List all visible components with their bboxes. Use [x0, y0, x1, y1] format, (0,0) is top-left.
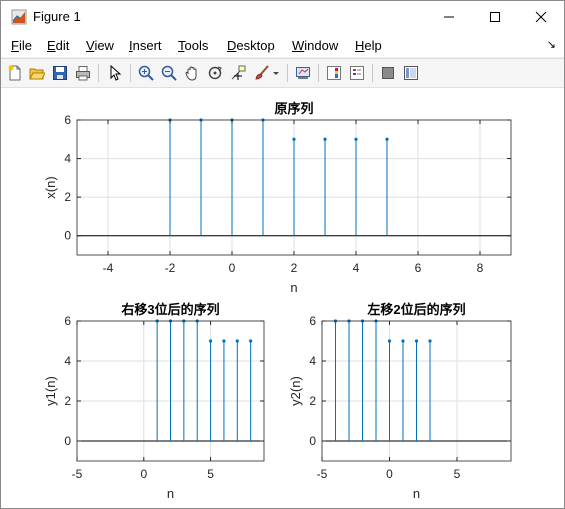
window-title: Figure 1: [33, 9, 81, 24]
link-plot-icon[interactable]: [293, 63, 313, 83]
stem-marker: [323, 137, 327, 141]
y-tick-label: 0: [64, 434, 71, 448]
y-tick-label: 2: [309, 394, 316, 408]
maximize-button[interactable]: [472, 1, 518, 33]
menu-view[interactable]: View: [86, 38, 114, 53]
y-tick-label: 6: [309, 314, 316, 328]
y-tick-label: 4: [64, 354, 71, 368]
x-tick-label: 8: [477, 261, 484, 275]
insert-legend-icon[interactable]: [347, 63, 367, 83]
pointer-icon[interactable]: [105, 63, 125, 83]
data-cursor-icon[interactable]: [228, 63, 248, 83]
rotate-3d-icon[interactable]: [205, 63, 225, 83]
menu-bar: File Edit View Insert Tools Desktop Wind…: [1, 33, 564, 57]
dock-arrow-icon[interactable]: ↘: [547, 38, 556, 51]
x-tick-label: -2: [165, 261, 176, 275]
x-tick-label: 4: [353, 261, 360, 275]
stem-marker: [235, 339, 239, 343]
insert-colorbar-icon[interactable]: [324, 63, 344, 83]
save-icon[interactable]: [50, 63, 70, 83]
stem-marker: [428, 339, 432, 343]
stem-marker: [354, 137, 358, 141]
y-axis-label: y1(n): [43, 376, 58, 406]
y-tick-label: 0: [309, 434, 316, 448]
menu-tools[interactable]: Tools: [178, 38, 208, 53]
y-axis-label: y2(n): [288, 376, 303, 406]
y-tick-label: 4: [64, 152, 71, 166]
axes-1: -4 -2 0 2 4 6 8 0 2 4 6 n x(n) 原序列: [43, 101, 512, 295]
y-tick-label: 6: [64, 113, 71, 127]
pan-icon[interactable]: [182, 63, 202, 83]
x-tick-label: 5: [207, 467, 214, 481]
x-axis-label: n: [290, 280, 297, 295]
axes-2: -5 0 5 0 2 4 6 n y1(n) 右移3位后的序列: [43, 302, 265, 501]
menu-help[interactable]: Help: [355, 38, 382, 53]
stem-marker: [208, 339, 213, 343]
figure-toolbar: [1, 58, 564, 88]
y-tick-label: 4: [309, 354, 316, 368]
y-tick-label: 2: [64, 190, 71, 204]
show-plot-tools-icon[interactable]: [401, 63, 421, 83]
chart-title: 右移3位后的序列: [120, 302, 219, 317]
x-tick-label: 5: [454, 467, 461, 481]
menu-file[interactable]: File: [11, 38, 32, 53]
x-tick-label: 2: [291, 261, 298, 275]
x-tick-label: -4: [103, 261, 114, 275]
open-file-icon[interactable]: [27, 63, 47, 83]
matlab-app-icon: [11, 9, 27, 25]
menu-edit[interactable]: Edit: [47, 38, 69, 53]
x-tick-label: -5: [72, 467, 83, 481]
menu-desktop[interactable]: Desktop: [227, 38, 275, 53]
zoom-in-icon[interactable]: [136, 63, 156, 83]
x-tick-label: 0: [140, 467, 147, 481]
y-tick-label: 2: [64, 394, 71, 408]
close-button[interactable]: [518, 1, 564, 33]
figure-canvas: -4 -2 0 2 4 6 8 0 2 4 6 n x(n) 原序列 -5 0 5 0 2 4 6 n y1(n) 右移3位后…: [1, 87, 564, 508]
stem-marker: [385, 137, 389, 141]
y-tick-label: 0: [64, 229, 71, 243]
print-icon[interactable]: [73, 63, 93, 83]
figure-plots: -4 -2 0 2 4 6 8 0 2 4 6 n x(n) 原序列 -5 0 5 0 2 4 6 n y1(n) 右移3位后…: [43, 101, 512, 501]
title-bar: Figure 1: [1, 1, 564, 33]
menu-insert[interactable]: Insert: [129, 38, 162, 53]
x-axis-label: n: [167, 486, 174, 501]
x-tick-label: 6: [415, 261, 422, 275]
new-figure-icon[interactable]: [5, 63, 25, 83]
stem-marker: [292, 137, 296, 141]
axes-3: -5 0 5 0 2 4 6 n y2(n) 左移2位后的序列: [288, 302, 512, 501]
stem-marker: [249, 339, 253, 343]
stem-marker: [414, 339, 419, 343]
hide-plot-tools-icon[interactable]: [378, 63, 398, 83]
figure-window: Figure 1 File Edit View Insert Tools Des…: [0, 0, 565, 509]
stem-marker: [401, 339, 405, 343]
y-axis-label: x(n): [43, 176, 58, 198]
minimize-button[interactable]: [426, 1, 472, 33]
y-tick-label: 6: [64, 314, 71, 328]
zoom-out-icon[interactable]: [159, 63, 179, 83]
x-axis-label: n: [413, 486, 420, 501]
brush-icon[interactable]: [252, 63, 272, 83]
x-tick-label: 0: [386, 467, 393, 481]
chart-title: 左移2位后的序列: [367, 302, 465, 317]
x-tick-label: 0: [229, 261, 236, 275]
stem-marker: [387, 339, 392, 343]
chart-title: 原序列: [274, 101, 313, 116]
brush-dropdown-icon[interactable]: [271, 63, 281, 83]
x-tick-label: -5: [317, 467, 328, 481]
stem-marker: [222, 339, 226, 343]
menu-window[interactable]: Window: [292, 38, 338, 53]
